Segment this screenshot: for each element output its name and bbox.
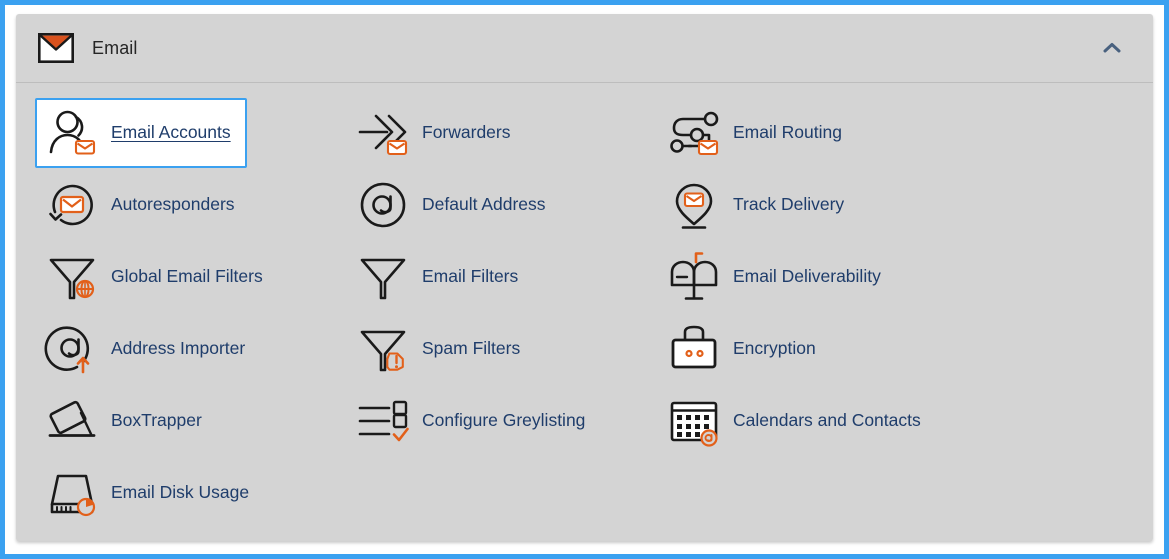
feature-link-global-email-filters[interactable]: Global Email Filters — [35, 242, 273, 312]
feature-label: Email Filters — [422, 266, 519, 287]
grid-cell: Email Disk Usage — [35, 457, 346, 529]
feature-link-forwarders[interactable]: Forwarders — [346, 98, 521, 168]
grid-cell: Email Accounts — [35, 97, 346, 169]
feature-label: Address Importer — [111, 338, 246, 359]
user-envelope-icon — [47, 107, 97, 159]
grid-cell: BoxTrapper — [35, 385, 346, 457]
page-title: Email — [92, 37, 138, 58]
chevron-up-icon[interactable] — [1097, 33, 1127, 63]
feature-link-email-accounts[interactable]: Email Accounts — [35, 98, 247, 168]
feature-label: Email Routing — [733, 122, 842, 143]
checklist-check-icon — [358, 395, 409, 447]
browser-viewport: Email Email Accounts Forwarders Email Ro… — [0, 0, 1169, 559]
grid-cell: Track Delivery — [657, 169, 968, 241]
feature-label: Configure Greylisting — [422, 410, 586, 431]
email-feature-grid-container: Email Accounts Forwarders Email Routing … — [16, 83, 1153, 529]
feature-link-email-filters[interactable]: Email Filters — [346, 242, 528, 312]
feature-link-configure-greylisting[interactable]: Configure Greylisting — [346, 386, 595, 456]
feature-label: Email Accounts — [111, 122, 231, 143]
feature-label: Email Disk Usage — [111, 482, 250, 503]
funnel-icon — [358, 251, 408, 303]
feature-link-address-importer[interactable]: Address Importer — [35, 314, 255, 384]
grid-cell: Default Address — [346, 169, 657, 241]
feature-label: Forwarders — [422, 122, 511, 143]
feature-link-email-disk-usage[interactable]: Email Disk Usage — [35, 458, 259, 528]
grid-cell: Spam Filters — [346, 313, 657, 385]
feature-link-spam-filters[interactable]: Spam Filters — [346, 314, 530, 384]
feature-label: Calendars and Contacts — [733, 410, 921, 431]
grid-cell: Encryption — [657, 313, 968, 385]
feature-link-calendars-and-contacts[interactable]: Calendars and Contacts — [657, 386, 931, 456]
arrow-chevrons-envelope-icon — [358, 107, 408, 159]
feature-label: BoxTrapper — [111, 410, 202, 431]
feature-link-default-address[interactable]: Default Address — [346, 170, 556, 240]
disk-pie-icon — [47, 467, 97, 519]
feature-label: Encryption — [733, 338, 816, 359]
feature-link-autoresponders[interactable]: Autoresponders — [35, 170, 245, 240]
funnel-globe-icon — [47, 251, 97, 303]
feature-label: Email Deliverability — [733, 266, 881, 287]
feature-link-boxtrapper[interactable]: BoxTrapper — [35, 386, 212, 456]
grid-cell: Forwarders — [346, 97, 657, 169]
at-circle-up-arrow-icon — [44, 323, 97, 375]
envelope-icon — [37, 32, 75, 63]
grid-cell: Autoresponders — [35, 169, 346, 241]
grid-cell: Address Importer — [35, 313, 346, 385]
email-section-header[interactable]: Email — [16, 14, 1153, 83]
feature-link-encryption[interactable]: Encryption — [657, 314, 826, 384]
grid-cell: Calendars and Contacts — [657, 385, 968, 457]
box-trap-icon — [47, 395, 97, 447]
calendar-at-icon — [669, 395, 719, 447]
feature-label: Default Address — [422, 194, 546, 215]
grid-cell: Email Filters — [346, 241, 657, 313]
map-pin-envelope-icon — [669, 179, 719, 231]
padlock-icon — [669, 323, 719, 375]
feature-label: Global Email Filters — [111, 266, 263, 287]
mailbox-flag-icon — [669, 251, 719, 303]
at-circle-icon — [358, 179, 408, 231]
feature-label: Track Delivery — [733, 194, 845, 215]
grid-cell: Email Deliverability — [657, 241, 968, 313]
grid-cell: Global Email Filters — [35, 241, 346, 313]
email-section-panel: Email Email Accounts Forwarders Email Ro… — [16, 14, 1153, 541]
funnel-alert-icon — [358, 323, 408, 375]
feature-link-email-deliverability[interactable]: Email Deliverability — [657, 242, 891, 312]
grid-cell: Email Routing — [657, 97, 968, 169]
feature-label: Spam Filters — [422, 338, 521, 359]
routing-nodes-envelope-icon — [669, 107, 719, 159]
feature-link-track-delivery[interactable]: Track Delivery — [657, 170, 854, 240]
feature-label: Autoresponders — [111, 194, 235, 215]
loop-arrow-envelope-icon — [47, 179, 97, 231]
grid-cell: Configure Greylisting — [346, 385, 657, 457]
feature-link-email-routing[interactable]: Email Routing — [657, 98, 852, 168]
email-feature-grid: Email Accounts Forwarders Email Routing … — [16, 97, 1153, 529]
